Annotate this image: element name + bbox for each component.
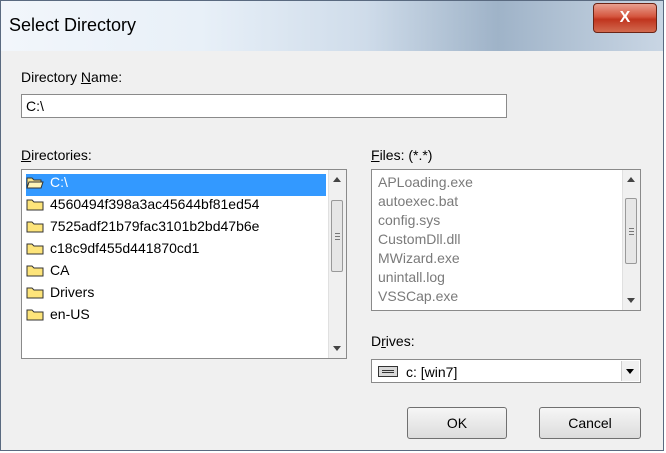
cancel-button[interactable]: Cancel [539, 407, 641, 439]
list-item[interactable]: CA [26, 262, 69, 284]
directories-label: Directories: [21, 147, 92, 163]
scroll-up-icon[interactable] [627, 177, 635, 182]
list-item[interactable]: 7525adf21b79fac3101b2bd47b6e [26, 218, 259, 240]
folder-icon [26, 198, 44, 211]
files-list[interactable]: APLoading.exe autoexec.bat config.sys Cu… [371, 169, 641, 311]
list-item[interactable]: MWizard.exe [378, 250, 460, 266]
directories-list[interactable]: C:\ 4560494f398a3ac45644bf81ed54 7525adf… [21, 169, 347, 359]
folder-icon [26, 264, 44, 277]
list-item[interactable]: en-US [26, 306, 90, 328]
list-item[interactable]: CustomDll.dll [378, 231, 460, 247]
drives-label: Drives: [371, 333, 415, 349]
drives-select[interactable]: c: [win7] [371, 359, 641, 383]
folder-icon [26, 220, 44, 233]
list-item[interactable]: VSSCap.exe [378, 288, 458, 304]
files-scrollbar[interactable] [622, 170, 640, 310]
scroll-down-icon[interactable] [333, 346, 341, 351]
list-item[interactable]: C:\ [26, 174, 326, 196]
window-title: Select Directory [9, 15, 137, 35]
drives-selected-value: c: [win7] [406, 364, 458, 380]
files-label: Files: (*.*) [371, 147, 433, 163]
title-bar[interactable]: Select Directory X [1, 1, 663, 51]
ok-button[interactable]: OK [407, 407, 507, 439]
directories-scrollbar[interactable] [328, 170, 346, 358]
list-item[interactable]: Drivers [26, 284, 94, 306]
directory-name-label: Directory Name: [21, 69, 123, 85]
folder-icon [26, 286, 44, 299]
close-button[interactable]: X [593, 3, 657, 33]
directory-name-input[interactable] [21, 94, 507, 118]
chevron-down-icon[interactable] [621, 361, 639, 381]
list-item[interactable]: c18c9df455d441870cd1 [26, 240, 199, 262]
list-item[interactable]: 4560494f398a3ac45644bf81ed54 [26, 196, 259, 218]
scroll-thumb[interactable] [625, 198, 637, 264]
scroll-thumb[interactable] [331, 200, 343, 272]
list-item[interactable]: config.sys [378, 212, 440, 228]
drive-icon [378, 366, 398, 377]
scroll-down-icon[interactable] [627, 298, 635, 303]
folder-icon [26, 242, 44, 255]
folder-icon [26, 308, 44, 321]
list-item[interactable]: autoexec.bat [378, 193, 458, 209]
scroll-up-icon[interactable] [333, 177, 341, 182]
list-item[interactable]: APLoading.exe [378, 174, 473, 190]
list-item[interactable]: unintall.log [378, 269, 445, 285]
select-directory-dialog: Select Directory X Directory Name: Direc… [0, 0, 664, 451]
open-folder-icon [26, 176, 44, 189]
